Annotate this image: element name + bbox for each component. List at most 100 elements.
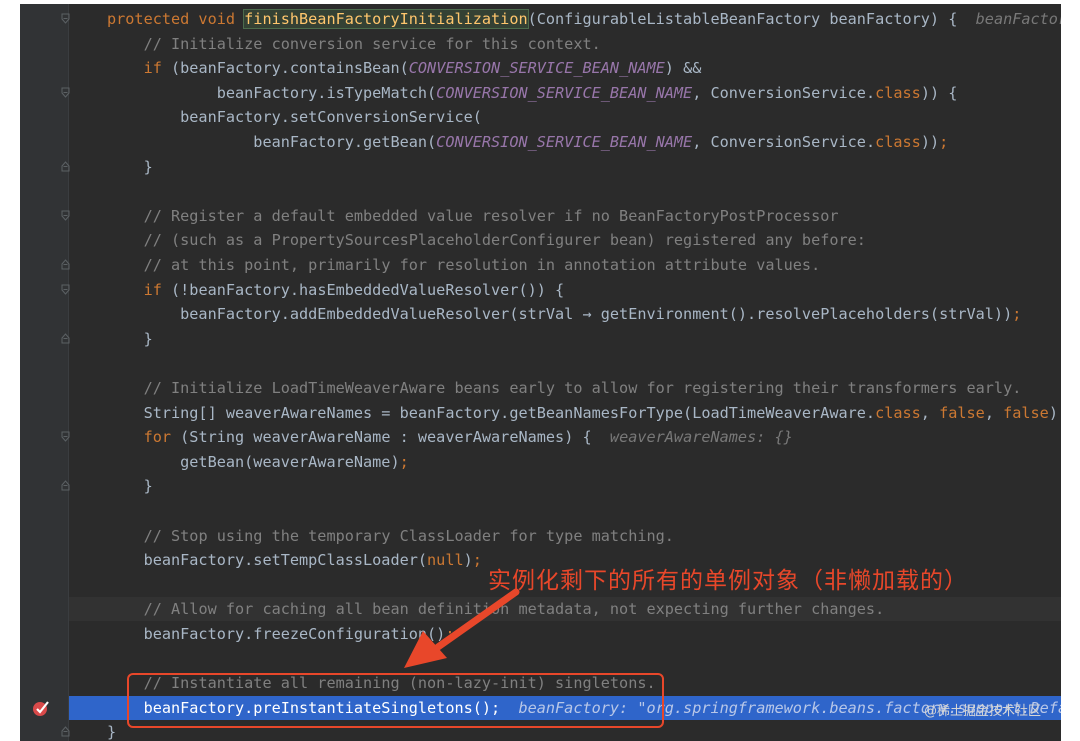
code-line[interactable]: // Stop using the temporary ClassLoader … [20,524,1061,548]
code-token: ; [1058,404,1061,422]
code-editor[interactable]: protected void finishBeanFactoryInitiali… [20,4,1061,741]
code-text: beanFactory.addEmbeddedValueResolver(str… [107,302,1021,326]
code-line-content[interactable]: beanFactory.getBean(CONVERSION_SERVICE_B… [69,130,1061,154]
code-text: // Stop using the temporary ClassLoader … [107,524,674,548]
code-token: } [107,329,153,348]
code-line[interactable]: // (such as a PropertySourcesPlaceholder… [20,228,1061,252]
code-token: CONVERSION_SERVICE_BEAN_NAME [436,133,693,151]
code-text: // (such as a PropertySourcesPlaceholder… [107,228,866,252]
code-line[interactable]: // Initialize LoadTimeWeaverAware beans … [20,376,1061,400]
code-text: beanFactory.setTempClassLoader(null); [107,548,482,572]
inline-debug-value: weaverAwareNames: {} [609,428,793,447]
code-line[interactable]: beanFactory.getBean(CONVERSION_SERVICE_B… [20,130,1061,154]
code-text: String[] weaverAwareNames = beanFactory.… [107,401,1061,425]
code-line-content[interactable]: // (such as a PropertySourcesPlaceholder… [69,228,1061,252]
code-line-content[interactable]: getBean(weaverAwareName); [69,450,1061,474]
code-line-content[interactable]: beanFactory.isTypeMatch(CONVERSION_SERVI… [69,81,1061,105]
code-line[interactable]: if (beanFactory.containsBean(CONVERSION_… [20,56,1061,80]
code-line[interactable]: } [20,155,1061,179]
code-line[interactable]: // Allow for caching all bean definition… [20,597,1061,622]
code-line[interactable] [20,351,1061,375]
code-token: // at this point, primarily for resoluti… [143,256,821,274]
code-token: if [143,59,172,78]
code-line-content[interactable]: String[] weaverAwareNames = beanFactory.… [69,401,1061,425]
code-text: beanFactory.isTypeMatch(CONVERSION_SERVI… [107,81,958,105]
code-token: if [143,280,172,299]
code-token: , [984,403,1004,422]
code-token: // Stop using the temporary ClassLoader … [143,526,674,545]
code-token: for [143,428,181,447]
code-line[interactable]: beanFactory.addEmbeddedValueResolver(str… [20,302,1061,326]
code-line-content[interactable]: // Register a default embedded value res… [69,204,1061,228]
code-text: } [107,720,116,741]
code-line-content[interactable]: // Initialize LoadTimeWeaverAware beans … [69,376,1061,400]
code-token: , [920,403,940,422]
annotation-label: 实例化剩下的所有的单例对象（非懒加载的） [488,568,968,594]
code-token: // Initialize LoadTimeWeaverAware beans … [143,379,1022,397]
code-token: } [107,477,153,496]
code-line[interactable]: // Initialize conversion service for thi… [20,32,1061,56]
code-line-content[interactable]: } [69,327,1061,351]
code-line[interactable] [20,647,1061,671]
code-token: ) [1048,403,1058,422]
code-line-content[interactable]: // Stop using the temporary ClassLoader … [69,524,1061,548]
code-token: CONVERSION_SERVICE_BEAN_NAME [408,59,665,78]
breakpoint-icon[interactable] [31,698,51,718]
code-text: for (String weaverAwareName : weaverAwar… [107,425,793,449]
code-line[interactable]: } [20,327,1061,351]
code-token: beanFactory.isTypeMatch( [107,83,437,102]
code-line[interactable]: protected void finishBeanFactoryInitiali… [20,7,1061,31]
code-token: CONVERSION_SERVICE_BEAN_NAME [436,83,693,102]
code-line-content[interactable]: // at this point, primarily for resoluti… [69,253,1061,277]
code-line-content[interactable]: } [69,155,1061,179]
code-token: )) { [920,83,958,102]
code-line[interactable]: } [20,474,1061,498]
code-line-content[interactable] [69,647,1061,671]
code-line-content[interactable] [69,351,1061,375]
code-token: } [107,157,153,176]
code-token: ; [1012,305,1022,324]
code-line[interactable]: beanFactory.setConversionService( [20,105,1061,129]
code-line-content[interactable]: // Allow for caching all bean definition… [69,597,1061,622]
code-token: beanFactory.getBean( [107,133,437,151]
code-line[interactable]: // at this point, primarily for resoluti… [20,253,1061,277]
code-token: ; [399,452,409,471]
code-line-content[interactable]: beanFactory.addEmbeddedValueResolver(str… [69,302,1061,326]
code-line-content[interactable] [69,499,1061,523]
code-line-content[interactable]: beanFactory.freezeConfiguration(); [69,622,1061,646]
code-line-content[interactable]: // Initialize conversion service for thi… [69,32,1061,56]
code-line[interactable]: if (!beanFactory.hasEmbeddedValueResolve… [20,278,1061,302]
code-token: // Allow for caching all bean definition… [143,600,885,619]
code-line-content[interactable]: if (beanFactory.containsBean(CONVERSION_… [69,56,1061,80]
code-line-content[interactable]: beanFactory.setConversionService( [69,105,1061,129]
code-token: class [875,133,921,151]
code-text: } [107,327,153,351]
code-line-content[interactable] [69,179,1061,203]
code-line[interactable]: getBean(weaverAwareName); [20,450,1061,474]
code-token: (String weaverAwareName : weaverAwareNam… [180,428,610,447]
code-line[interactable] [20,499,1061,523]
code-line[interactable]: String[] weaverAwareNames = beanFactory.… [20,401,1061,425]
code-line[interactable]: beanFactory.isTypeMatch(CONVERSION_SERVI… [20,81,1061,105]
code-token: // Initialize conversion service for thi… [143,34,601,53]
code-text: // Initialize conversion service for thi… [107,32,601,56]
code-line-content[interactable]: for (String weaverAwareName : weaverAwar… [69,425,1061,449]
code-text: protected void finishBeanFactoryInitiali… [107,7,1061,31]
code-line[interactable]: beanFactory.freezeConfiguration(); [20,622,1061,646]
code-text: // Allow for caching all bean definition… [107,597,885,621]
code-token: // Register a default embedded value res… [143,206,839,225]
code-line[interactable]: // Register a default embedded value res… [20,204,1061,228]
code-text: getBean(weaverAwareName); [107,450,409,474]
code-token: beanFactory.addEmbeddedValueResolver(str… [107,305,1013,324]
code-line[interactable]: for (String weaverAwareName : weaverAwar… [20,425,1061,449]
code-line-content[interactable]: if (!beanFactory.hasEmbeddedValueResolve… [69,278,1061,302]
code-line-content[interactable]: protected void finishBeanFactoryInitiali… [69,7,1061,31]
code-line-content[interactable]: } [69,474,1061,498]
code-line[interactable] [20,179,1061,203]
